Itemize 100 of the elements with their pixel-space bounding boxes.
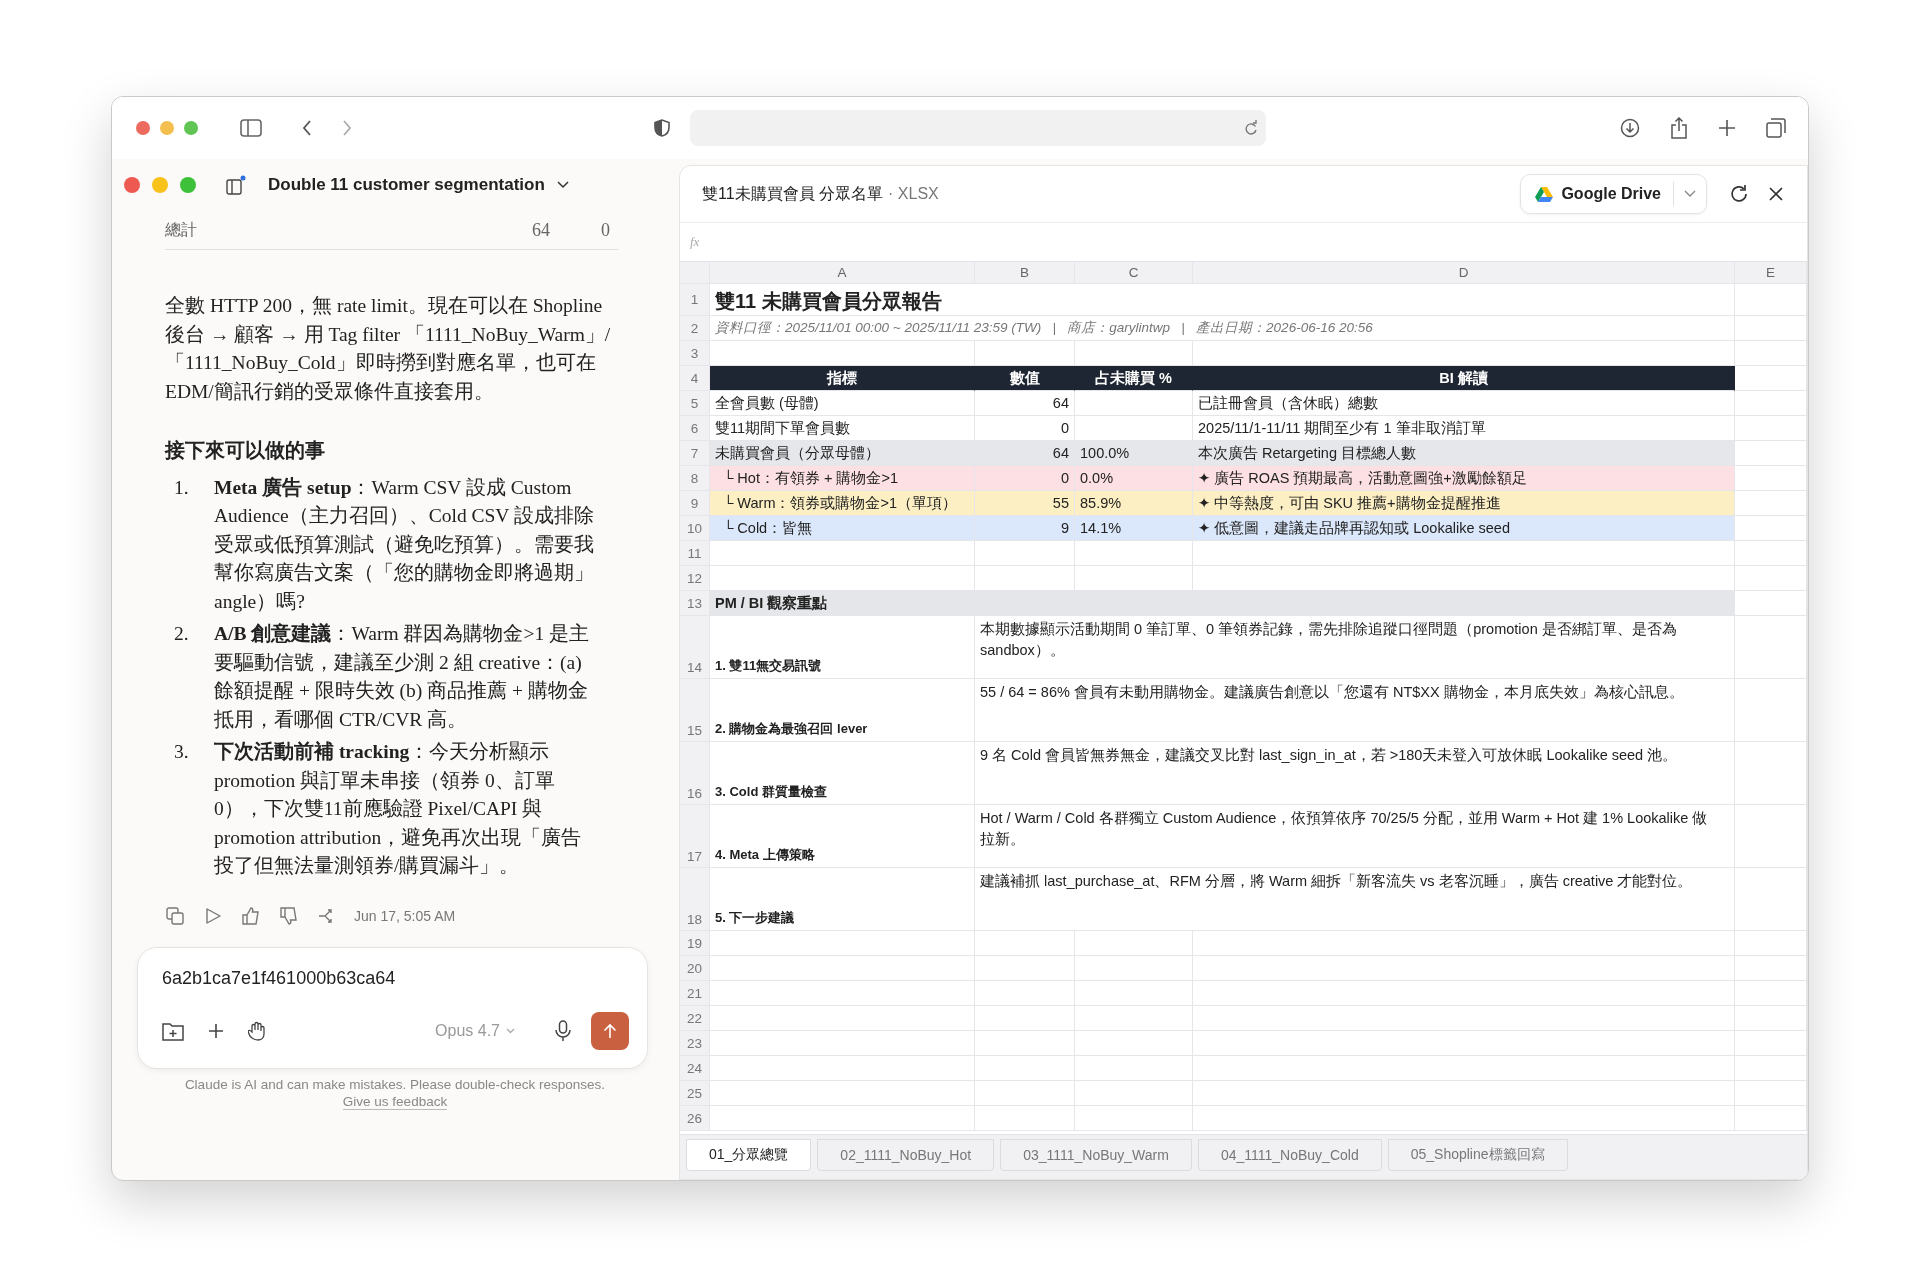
row-number[interactable]: 7 <box>680 441 710 466</box>
empty-cell[interactable] <box>1735 868 1807 931</box>
empty-cell[interactable] <box>1193 1031 1735 1056</box>
message-input[interactable]: 6a2b1ca7e1f461000b63ca64 Opus 4.7 <box>137 946 648 1069</box>
empty-cell[interactable] <box>1193 1081 1735 1106</box>
sheet-tab[interactable]: 01_分眾總覽 <box>686 1139 812 1171</box>
empty-cell[interactable] <box>1075 931 1193 956</box>
empty-cell[interactable] <box>1193 956 1735 981</box>
empty-cell[interactable] <box>1735 541 1807 566</box>
row-number[interactable]: 21 <box>680 981 710 1006</box>
row-number[interactable]: 4 <box>680 366 710 391</box>
send-button[interactable] <box>591 1011 629 1050</box>
empty-cell[interactable] <box>975 1081 1075 1106</box>
zoom-button[interactable] <box>180 177 196 193</box>
select-all-corner[interactable] <box>680 262 710 284</box>
empty-cell[interactable] <box>1075 1106 1193 1131</box>
row-number[interactable]: 26 <box>680 1106 710 1131</box>
close-icon[interactable] <box>1769 187 1783 201</box>
chevron-down-icon[interactable] <box>556 181 569 189</box>
empty-cell[interactable] <box>975 1056 1075 1081</box>
empty-cell[interactable] <box>1735 1056 1807 1081</box>
empty-cell[interactable] <box>1735 391 1807 416</box>
sidebar-icon[interactable] <box>240 119 262 137</box>
minimize-button[interactable] <box>152 177 168 193</box>
play-icon[interactable] <box>204 906 222 925</box>
empty-cell[interactable] <box>975 956 1075 981</box>
empty-cell[interactable] <box>975 931 1075 956</box>
empty-cell[interactable] <box>1735 566 1807 591</box>
row-number[interactable]: 19 <box>680 931 710 956</box>
row-number[interactable]: 5 <box>680 391 710 416</box>
sheet-tab[interactable]: 03_1111_NoBuy_Warm <box>1000 1139 1192 1171</box>
column-header[interactable]: B <box>975 262 1075 284</box>
row-number[interactable]: 13 <box>680 591 710 616</box>
copy-icon[interactable] <box>166 906 184 925</box>
back-icon[interactable] <box>302 120 312 136</box>
empty-cell[interactable] <box>1735 316 1807 341</box>
forward-icon[interactable] <box>342 120 352 136</box>
row-number[interactable]: 1 <box>680 284 710 316</box>
row-number[interactable]: 2 <box>680 316 710 341</box>
empty-cell[interactable] <box>1193 1006 1735 1031</box>
empty-cell[interactable] <box>1075 956 1193 981</box>
empty-cell[interactable] <box>1075 1006 1193 1031</box>
empty-cell[interactable] <box>1075 541 1193 566</box>
empty-cell[interactable] <box>975 541 1075 566</box>
empty-cell[interactable] <box>1735 1106 1807 1131</box>
row-number[interactable]: 8 <box>680 466 710 491</box>
plus-icon[interactable] <box>1718 119 1736 137</box>
empty-cell[interactable] <box>1735 416 1807 441</box>
row-number[interactable]: 11 <box>680 541 710 566</box>
empty-cell[interactable] <box>1735 805 1807 868</box>
empty-cell[interactable] <box>1193 1106 1735 1131</box>
download-icon[interactable] <box>1620 118 1640 138</box>
empty-cell[interactable] <box>1735 1006 1807 1031</box>
empty-cell[interactable] <box>1075 981 1193 1006</box>
conversation-title[interactable]: Double 11 customer segmentation <box>268 175 545 195</box>
empty-cell[interactable] <box>1193 981 1735 1006</box>
column-header[interactable]: D <box>1193 262 1735 284</box>
row-number[interactable]: 9 <box>680 491 710 516</box>
empty-cell[interactable] <box>975 981 1075 1006</box>
column-header[interactable]: C <box>1075 262 1193 284</box>
empty-cell[interactable] <box>1193 541 1735 566</box>
empty-cell[interactable] <box>975 1106 1075 1131</box>
row-number[interactable]: 18 <box>680 868 710 931</box>
minimize-button[interactable] <box>160 121 174 135</box>
microphone-icon[interactable] <box>555 1019 571 1042</box>
empty-cell[interactable] <box>1735 981 1807 1006</box>
row-number[interactable]: 6 <box>680 416 710 441</box>
empty-cell[interactable] <box>1735 931 1807 956</box>
empty-cell[interactable] <box>975 1006 1075 1031</box>
empty-cell[interactable] <box>1075 1081 1193 1106</box>
folder-plus-icon[interactable] <box>162 1020 184 1041</box>
empty-cell[interactable] <box>975 1031 1075 1056</box>
row-number[interactable]: 3 <box>680 341 710 366</box>
hand-icon[interactable] <box>248 1020 266 1041</box>
empty-cell[interactable] <box>1735 616 1807 679</box>
empty-cell[interactable] <box>1735 1081 1807 1106</box>
model-selector[interactable]: Opus 4.7 <box>435 1021 515 1040</box>
empty-cell[interactable] <box>1193 1056 1735 1081</box>
empty-cell[interactable] <box>1735 284 1807 316</box>
empty-cell[interactable] <box>1735 956 1807 981</box>
reload-icon[interactable] <box>1244 120 1258 136</box>
empty-cell[interactable] <box>1735 1031 1807 1056</box>
feedback-link[interactable]: Give us feedback <box>342 1093 448 1110</box>
refresh-icon[interactable] <box>1729 184 1749 204</box>
tabs-icon[interactable] <box>1766 118 1786 138</box>
plus-icon[interactable] <box>208 1022 224 1039</box>
close-button[interactable] <box>124 177 140 193</box>
column-header[interactable]: E <box>1735 262 1807 284</box>
share-icon[interactable] <box>1670 117 1688 139</box>
sheet-tab[interactable]: 05_Shopline標籤回寫 <box>1387 1139 1568 1171</box>
row-number[interactable]: 22 <box>680 1006 710 1031</box>
thumbs-up-icon[interactable] <box>242 906 260 925</box>
sidebar-icon[interactable] <box>226 175 246 195</box>
empty-cell[interactable] <box>1075 1031 1193 1056</box>
empty-cell[interactable] <box>1735 742 1807 805</box>
row-number[interactable]: 15 <box>680 679 710 742</box>
zoom-button[interactable] <box>184 121 198 135</box>
column-header[interactable]: A <box>710 262 975 284</box>
sheet-tab[interactable]: 04_1111_NoBuy_Cold <box>1197 1139 1382 1171</box>
empty-cell[interactable] <box>1735 679 1807 742</box>
